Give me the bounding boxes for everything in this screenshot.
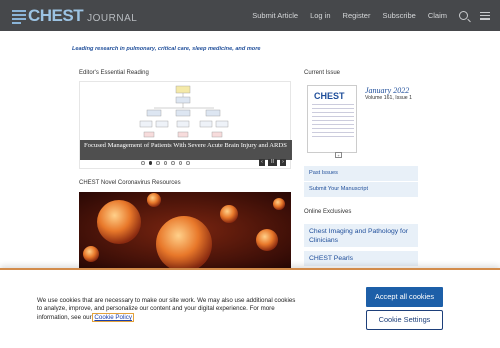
slider-prev-button[interactable]: ‹ <box>259 159 265 166</box>
nav-subscribe[interactable]: Subscribe <box>382 11 415 20</box>
flowchart-image <box>139 85 229 138</box>
logo-journal: JOURNAL <box>87 12 138 24</box>
issue-volume: Volume 161, Issue 1 <box>365 95 413 101</box>
journal-cover-image[interactable]: CHEST <box>307 85 357 153</box>
slider-next-button[interactable]: › <box>280 159 286 166</box>
slide-dot[interactable] <box>171 161 175 165</box>
search-icon[interactable] <box>459 11 468 20</box>
past-issues-link[interactable]: Past Issues <box>304 166 418 181</box>
virus-illustration <box>79 192 291 268</box>
slide-dot[interactable] <box>163 161 167 165</box>
slide-caption[interactable]: Focused Management of Patients With Seve… <box>80 140 292 160</box>
covid-resources-title: CHEST Novel Coronavirus Resources <box>79 180 181 186</box>
coronavirus-image[interactable] <box>79 192 291 268</box>
slider-pause-button[interactable]: II <box>268 159 277 166</box>
exclusive-item-pearls[interactable]: CHEST Pearls <box>304 251 418 266</box>
slide-dot-active[interactable] <box>148 161 152 165</box>
current-issue-title: Current Issue <box>304 70 341 76</box>
slider-dots <box>141 161 194 165</box>
editors-reading-title: Editor's Essential Reading <box>79 70 149 76</box>
slide-dot[interactable] <box>141 161 145 165</box>
logo-word: CHEST <box>28 6 84 25</box>
cookie-message: We use cookies that are necessary to mak… <box>37 297 296 321</box>
slide-dot[interactable] <box>186 161 190 165</box>
nav-submit-article[interactable]: Submit Article <box>252 11 298 20</box>
exclusive-item-imaging[interactable]: Chest Imaging and Pathology for Clinicia… <box>304 224 418 247</box>
submit-manuscript-link[interactable]: Submit Your Manuscript <box>304 182 418 197</box>
site-header: CHEST JOURNAL Submit Article Log in Regi… <box>0 0 500 31</box>
slide-dot[interactable] <box>178 161 182 165</box>
online-exclusives-title: Online Exclusives <box>304 209 352 215</box>
accept-all-cookies-button[interactable]: Accept all cookies <box>366 287 443 307</box>
hamburger-menu-icon[interactable] <box>480 11 490 20</box>
cookie-policy-link[interactable]: Cookie Policy <box>92 312 134 322</box>
top-nav: Submit Article Log in Register Subscribe… <box>240 0 490 31</box>
chest-journal-logo[interactable]: CHEST JOURNAL <box>12 6 137 26</box>
editors-reading-slider[interactable]: Focused Management of Patients With Seve… <box>79 81 292 169</box>
cover-title: CHEST <box>314 91 345 101</box>
issue-date[interactable]: January 2022 <box>365 86 409 95</box>
tagline: Leading research in pulmonary, critical … <box>72 46 261 52</box>
page: CHEST JOURNAL Submit Article Log in Regi… <box>0 0 500 348</box>
nav-register[interactable]: Register <box>343 11 371 20</box>
expand-toggle-icon[interactable]: + <box>335 152 342 158</box>
slide-dot[interactable] <box>156 161 160 165</box>
nav-claim[interactable]: Claim <box>428 11 447 20</box>
cookie-banner: We use cookies that are necessary to mak… <box>0 268 500 348</box>
chest-logo-icon <box>12 9 26 24</box>
nav-log-in[interactable]: Log in <box>310 11 330 20</box>
cookie-settings-button[interactable]: Cookie Settings <box>366 310 443 330</box>
cookie-text: We use cookies that are necessary to mak… <box>37 297 302 322</box>
